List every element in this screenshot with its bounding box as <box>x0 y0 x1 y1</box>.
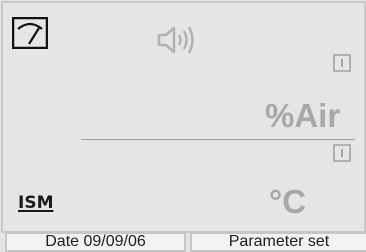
ism-logo: ISM <box>18 193 54 213</box>
unit-label-air: %Air <box>265 97 341 134</box>
info-icon[interactable] <box>333 144 351 162</box>
unit-label-temperature: °C <box>269 183 307 220</box>
transmitter-screen: %Air °C ISM Date 09/09/06 Parameter set <box>0 0 366 252</box>
gauge-icon[interactable] <box>12 17 48 49</box>
speaker-icon <box>157 26 194 54</box>
status-bar: Date 09/09/06 Parameter set <box>0 232 366 252</box>
status-parameter-set[interactable]: Parameter set <box>190 232 366 252</box>
display-area: %Air °C ISM <box>1 1 366 233</box>
status-date: Date 09/09/06 <box>5 232 186 252</box>
info-icon[interactable] <box>333 54 351 72</box>
measurement-divider <box>81 139 355 140</box>
